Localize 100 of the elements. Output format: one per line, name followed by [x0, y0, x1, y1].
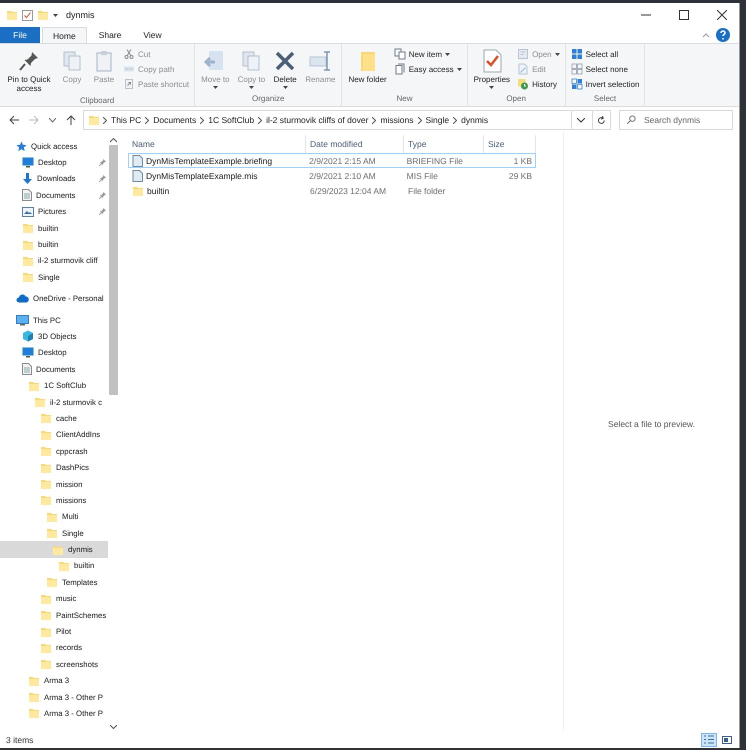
chevron-down-icon	[49, 118, 56, 122]
picture-icon	[22, 206, 34, 217]
folder-icon	[22, 254, 34, 267]
chevron-icon	[372, 116, 376, 124]
folder-icon	[22, 271, 34, 284]
group-label: New	[396, 93, 414, 105]
list-icon	[704, 735, 714, 744]
folder-icon	[46, 510, 58, 523]
chevron-icon	[103, 116, 107, 124]
folder-icon	[40, 445, 52, 458]
monitor-icon	[22, 157, 34, 168]
scroll-up-icon[interactable]	[110, 138, 117, 143]
stacked-pages-icon	[394, 63, 406, 75]
address-field[interactable]: This PC Documents 1C SoftClub il-2 sturmovik cliffs of dover missions Single dynmis	[83, 110, 611, 130]
folder-icon	[58, 560, 70, 572]
close-icon	[717, 10, 727, 20]
file-icon	[132, 154, 143, 166]
preview-message: Select a file to preview.	[608, 418, 695, 428]
folder-icon	[46, 576, 58, 588]
refresh-icon	[597, 116, 606, 124]
file-row[interactable]: DynMisTemplateExample.briefing 2/9/2021 2:15 AM BRIEFING File 1 KB	[128, 153, 536, 168]
breadcrumb[interactable]: Single	[424, 115, 450, 125]
folder-icon	[34, 396, 46, 408]
invert-grid-icon	[570, 78, 583, 90]
grid-icon	[570, 48, 583, 60]
properties-icon[interactable]	[22, 10, 33, 20]
chevron-icon	[418, 116, 422, 124]
rename-icon	[308, 49, 332, 73]
breadcrumb[interactable]: missions	[379, 115, 414, 125]
caret-icon	[53, 14, 58, 16]
chevron-icon	[258, 116, 262, 124]
column-header[interactable]: Date modified	[306, 135, 404, 153]
column-header[interactable]: Type	[404, 135, 484, 153]
ribbon-button[interactable]: Select all	[568, 47, 642, 61]
folder-icon	[28, 380, 40, 392]
ribbon-button[interactable]: Invert selection	[568, 77, 642, 91]
breadcrumb[interactable]: il-2 sturmovik cliffs of dover	[265, 115, 370, 125]
document-icon	[22, 189, 32, 202]
edit-icon	[517, 63, 530, 75]
ribbon-tab[interactable]: Home	[42, 27, 87, 43]
breadcrumb[interactable]: 1C SoftClub	[207, 115, 256, 125]
folder-icon	[132, 184, 144, 196]
group-label: Clipboard	[78, 95, 116, 107]
ribbon-button[interactable]: Easy access	[392, 62, 464, 76]
pin-icon	[17, 49, 41, 73]
column-header[interactable]: Size	[484, 135, 536, 153]
ribbon-tab[interactable]: File	[0, 27, 40, 43]
ribbon-button[interactable]: New item	[392, 47, 464, 61]
ribbon-button[interactable]: History	[515, 77, 562, 91]
help-icon[interactable]	[715, 27, 731, 43]
item-count: 3 items	[6, 734, 34, 744]
up-arrow-icon	[66, 115, 76, 125]
ribbon-button[interactable]: Delete	[270, 47, 300, 93]
search-icon	[627, 115, 636, 124]
folder-icon	[52, 544, 64, 556]
chevron-icon	[145, 116, 150, 124]
maximize-icon	[679, 10, 689, 20]
folder-icon	[37, 9, 49, 21]
group-label: Organize	[251, 93, 286, 105]
star-icon	[16, 140, 27, 152]
cube-icon	[22, 330, 34, 342]
scrollbar[interactable]	[108, 138, 118, 731]
column-header[interactable]: Name	[128, 135, 306, 153]
scissors-icon	[123, 48, 135, 60]
folder-icon	[40, 478, 52, 490]
folder-icon	[40, 494, 52, 506]
chevron-down-icon	[576, 118, 584, 122]
breadcrumb[interactable]: dynmis	[460, 115, 490, 125]
folder-icon	[40, 592, 52, 605]
search-field[interactable]: Search dynmis	[619, 110, 733, 130]
folder-icon	[46, 527, 58, 540]
computer-icon	[16, 314, 29, 326]
thumbnail-icon	[722, 736, 732, 744]
forward-arrow-icon	[29, 115, 39, 125]
monitor-icon	[22, 347, 34, 358]
ribbon-button[interactable]: Properties	[470, 47, 514, 93]
folder-icon	[40, 626, 52, 638]
ribbon-button[interactable]: Pin to Quick access	[3, 47, 55, 95]
folder-icon	[40, 428, 52, 441]
breadcrumb[interactable]: Documents	[152, 115, 198, 125]
breadcrumb[interactable]: This PC	[110, 115, 142, 125]
folder-icon	[40, 658, 52, 670]
cloud-icon	[16, 294, 29, 304]
ribbon-button[interactable]: Select none	[568, 62, 642, 76]
details-view-button[interactable]	[701, 732, 717, 746]
file-row[interactable]: DynMisTemplateExample.mis 2/9/2021 2:10 AM MIS File 29 KB	[128, 168, 536, 183]
group-label: Select	[592, 93, 618, 105]
grid-outline-icon	[570, 63, 583, 75]
folder-icon	[40, 412, 52, 424]
document-icon	[22, 363, 32, 376]
back-arrow-icon	[9, 115, 19, 125]
group-label: Open	[505, 93, 527, 105]
new-item-icon	[394, 48, 406, 60]
chevron-icon	[200, 116, 204, 124]
ribbon-button[interactable]: New folder	[345, 47, 390, 93]
history-icon	[517, 78, 530, 90]
folder-icon	[28, 674, 40, 687]
scroll-down-icon[interactable]	[110, 725, 117, 730]
file-row[interactable]: builtin 6/29/2023 12:04 AM File folder	[128, 183, 536, 198]
folder-icon	[28, 691, 40, 704]
